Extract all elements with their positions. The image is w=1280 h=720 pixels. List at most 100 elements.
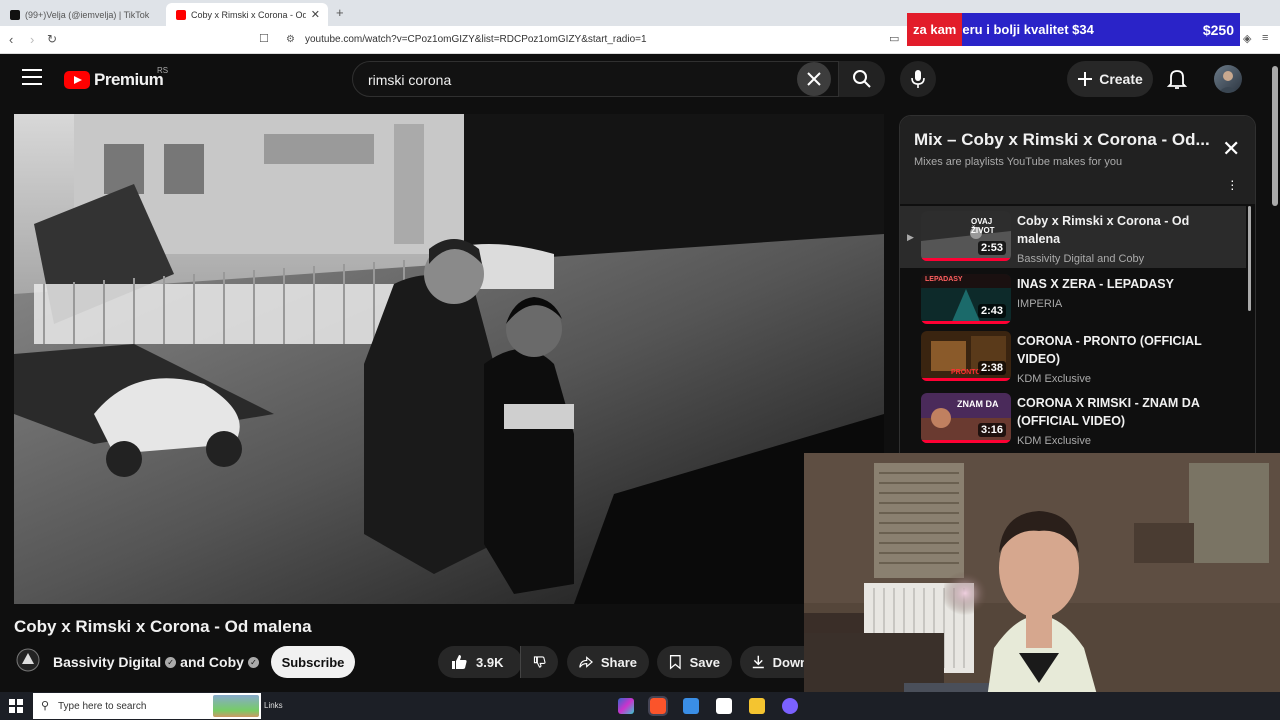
close-mix-icon[interactable]: ✕ <box>1222 136 1240 162</box>
links-toolbar[interactable]: Links <box>264 701 283 710</box>
video-thumbnail[interactable]: PRONTO 2:38 <box>921 331 1011 381</box>
search-box[interactable]: rimski corona <box>352 61 839 97</box>
ad-text: eru i bolji kvalitet $34 <box>962 22 1094 37</box>
windows-start-icon[interactable] <box>9 699 23 713</box>
menu-icon[interactable]: ≡ <box>1262 32 1268 44</box>
back-icon[interactable]: ‹ <box>9 32 13 47</box>
playlist-item[interactable]: LEPADASY 2:43 INAS X ZERA - LEPADASY IMP… <box>900 269 1246 331</box>
watched-progress-bar <box>921 258 1011 261</box>
logo-text: Premium <box>94 70 164 89</box>
windows-taskbar: ⚲ Type here to search Links <box>0 692 1280 720</box>
verified-icon: ✓ <box>247 656 259 668</box>
tab-label: Coby x Rimski x Corona - Od malena <box>191 9 306 20</box>
voice-search-button[interactable] <box>900 61 936 97</box>
bookmark-icon[interactable]: ☐ <box>259 32 269 45</box>
close-icon <box>807 72 821 86</box>
channel-name-secondary[interactable]: and Coby <box>180 654 244 670</box>
download-label: Down <box>772 654 808 670</box>
hamburger-menu-icon[interactable] <box>22 69 42 85</box>
mix-title[interactable]: Mix – Coby x Rimski x Corona - Od... <box>914 130 1210 150</box>
forward-icon[interactable]: › <box>30 32 34 47</box>
shield-icon[interactable]: ◈ <box>1243 32 1251 45</box>
item-title: CORONA X RIMSKI - ZNAM DA (OFFICIAL VIDEO… <box>1017 396 1200 428</box>
ad-banner[interactable]: za kam eru i bolji kvalitet $34 $250 <box>907 13 1240 46</box>
playlist-item[interactable]: ▶ OVAJ ŽIVOT 2:53 Coby x Rimski x Corona… <box>900 206 1246 268</box>
capcut-icon[interactable] <box>716 698 732 714</box>
youtube-icon <box>176 9 186 20</box>
video-thumbnail[interactable]: LEPADASY 2:43 <box>921 274 1011 324</box>
file-explorer-icon[interactable] <box>749 698 765 714</box>
reload-icon[interactable]: ↻ <box>47 32 57 46</box>
ad-price: $250 <box>1202 21 1234 38</box>
account-avatar[interactable] <box>1214 65 1242 93</box>
video-duration: 2:53 <box>977 241 1006 255</box>
thumbs-down-icon <box>533 656 546 668</box>
url-field[interactable]: youtube.com/watch?v=CPoz1omGIZY&list=RDC… <box>305 34 647 45</box>
webcam-overlay <box>804 453 1280 720</box>
plus-icon <box>1078 72 1093 86</box>
playlist-item[interactable]: PRONTO 2:38 CORONA - PRONTO (OFFICIAL VID… <box>900 326 1246 388</box>
clear-search-button[interactable] <box>797 62 831 96</box>
save-button[interactable]: Save <box>657 646 732 678</box>
search-icon: ⚲ <box>41 700 50 712</box>
cast-icon[interactable]: ▭ <box>889 32 899 45</box>
taskbar-search-box[interactable]: ⚲ Type here to search <box>33 693 261 719</box>
item-channel: Bassivity Digital and Coby <box>1017 253 1145 265</box>
thumb-caption: ZNAM DA <box>957 399 999 409</box>
video-duration: 2:43 <box>977 304 1006 318</box>
tiktok-icon <box>10 9 20 20</box>
share-icon <box>579 656 593 668</box>
download-icon <box>752 655 764 669</box>
channel-name-primary[interactable]: Bassivity Digital <box>53 654 161 670</box>
video-duration: 3:16 <box>977 423 1006 437</box>
taskbar-search-input[interactable]: Type here to search <box>58 701 146 712</box>
watched-progress-bar <box>921 321 1011 324</box>
item-channel: IMPERIA <box>1017 298 1063 310</box>
video-title: Coby x Rimski x Corona - Od malena <box>14 617 312 636</box>
video-thumbnail[interactable]: ZNAM DA 3:16 <box>921 393 1011 443</box>
like-count: 3.9K <box>476 654 504 670</box>
now-playing-icon: ▶ <box>907 232 914 242</box>
video-player[interactable] <box>14 114 884 604</box>
discord-icon[interactable] <box>782 698 798 714</box>
brave-browser-icon[interactable] <box>648 696 668 716</box>
thumbs-up-icon <box>452 655 467 669</box>
verified-icon: ✓ <box>165 656 177 668</box>
youtube-logo[interactable]: Premium <box>64 70 164 90</box>
create-label: Create <box>1099 71 1143 87</box>
search-input[interactable]: rimski corona <box>368 72 451 88</box>
subscribe-button[interactable]: Subscribe <box>271 646 355 678</box>
copilot-icon[interactable] <box>618 698 634 714</box>
share-button[interactable]: Share <box>567 646 649 678</box>
dislike-button[interactable] <box>520 646 558 678</box>
mix-scrollbar[interactable] <box>1248 206 1251 311</box>
playlist-item[interactable]: ZNAM DA 3:16 CORONA X RIMSKI - ZNAM DA (O… <box>900 388 1246 450</box>
site-info-icon[interactable]: ⚙ <box>286 34 295 45</box>
channel-name[interactable]: Bassivity Digital ✓ and Coby ✓ <box>53 654 259 670</box>
more-options-icon[interactable]: · · · <box>1230 173 1235 195</box>
like-button[interactable]: 3.9K <box>438 646 522 678</box>
notifications-bell-icon[interactable] <box>1165 67 1189 91</box>
search-highlight-image <box>213 695 259 717</box>
video-frame <box>14 114 884 604</box>
new-tab-button[interactable]: + <box>336 5 344 20</box>
create-button[interactable]: Create <box>1067 61 1153 97</box>
webcam-feed <box>804 453 1280 720</box>
item-title: INAS X ZERA - LEPADASY <box>1017 277 1174 291</box>
watched-progress-bar <box>921 440 1011 443</box>
save-label: Save <box>689 654 720 670</box>
tab-youtube[interactable]: Coby x Rimski x Corona - Od malena ✕ <box>166 3 328 26</box>
search-icon <box>853 70 871 88</box>
thumb-caption: OVAJ ŽIVOT <box>971 217 995 235</box>
region-code: RS <box>157 66 169 75</box>
tab-label: (99+)Velja (@iemvelja) | TikTok <box>25 9 150 20</box>
share-label: Share <box>600 654 637 670</box>
close-tab-icon[interactable]: ✕ <box>311 8 320 21</box>
tab-tiktok[interactable]: (99+)Velja (@iemvelja) | TikTok <box>0 3 170 26</box>
item-channel: KDM Exclusive <box>1017 373 1091 385</box>
thumb-caption: PRONTO <box>951 369 981 376</box>
app-icon[interactable] <box>683 698 699 714</box>
video-thumbnail[interactable]: OVAJ ŽIVOT 2:53 <box>921 211 1011 261</box>
search-button[interactable] <box>839 61 885 97</box>
channel-avatar[interactable] <box>16 648 40 672</box>
